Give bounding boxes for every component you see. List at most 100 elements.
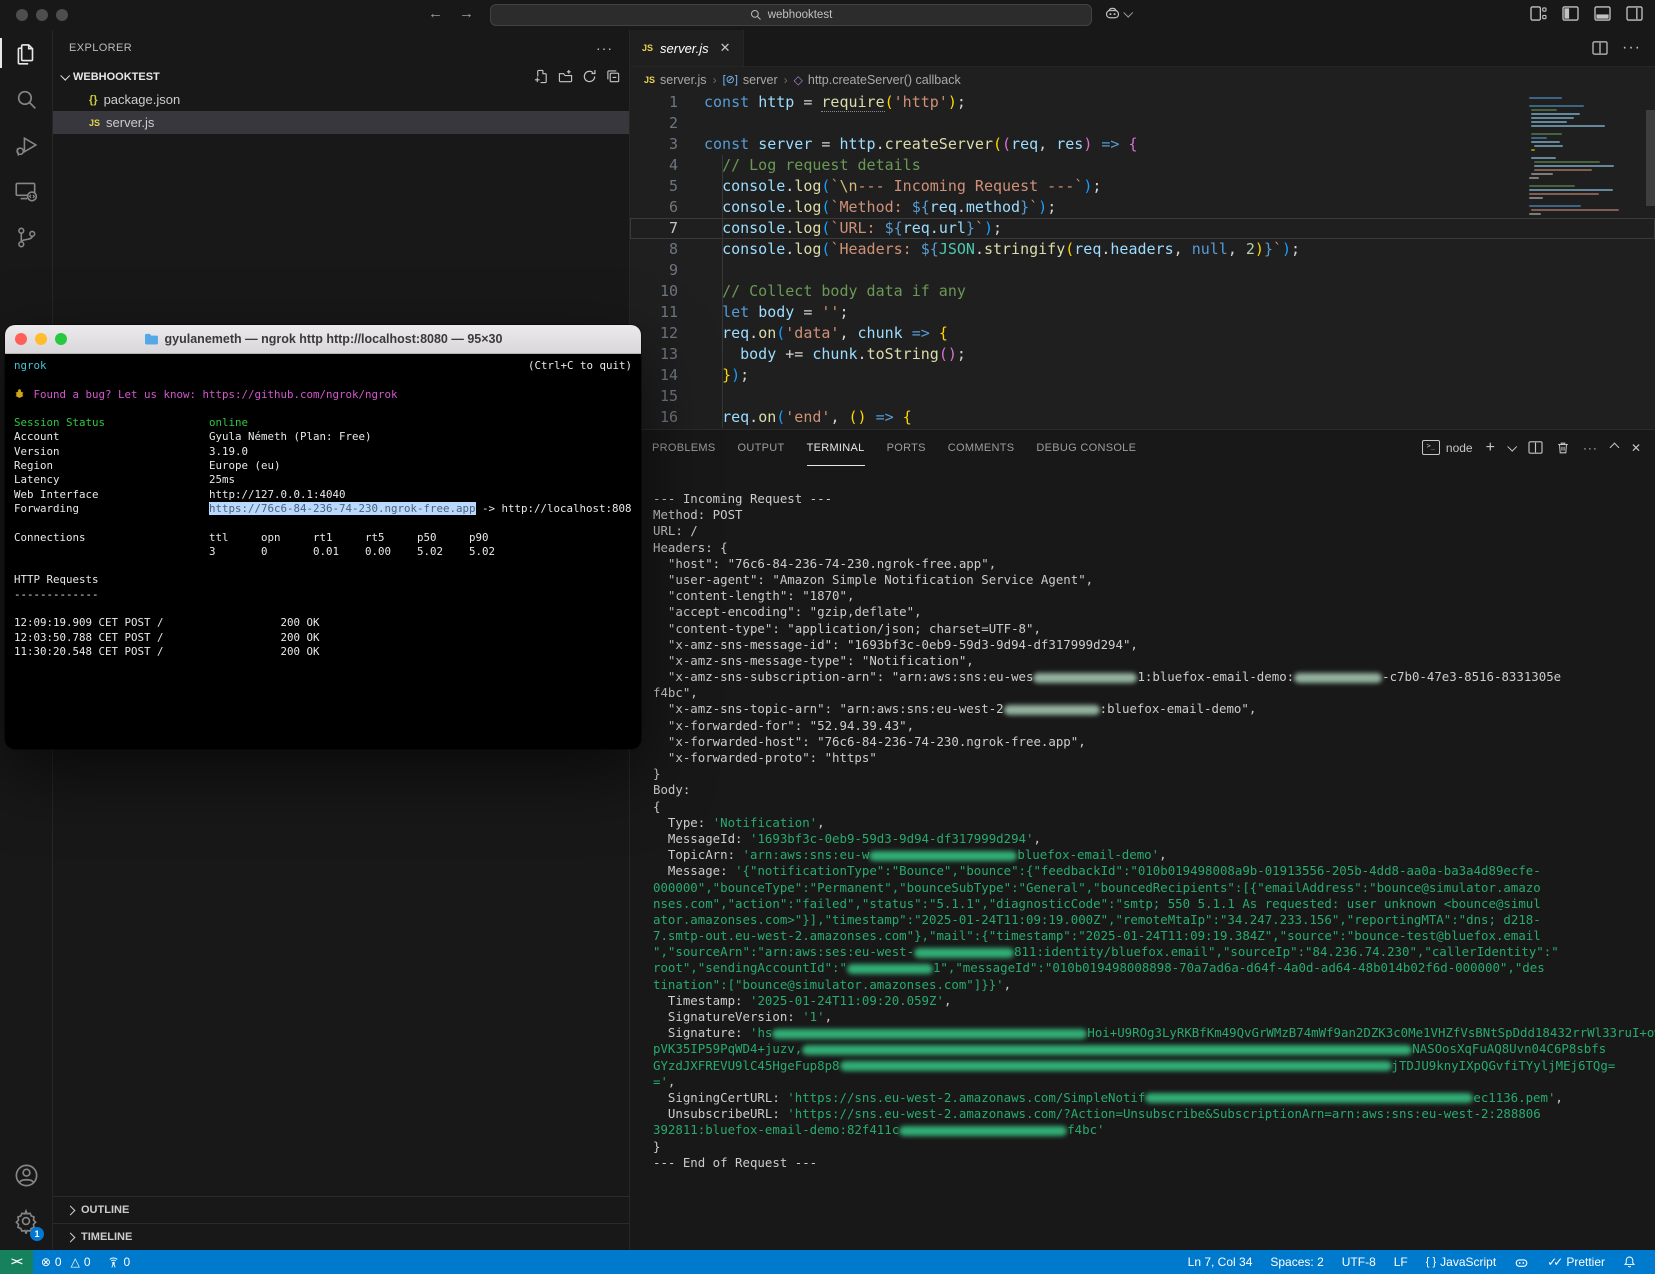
- tab-server-js[interactable]: JS server.js ✕: [630, 30, 744, 66]
- new-terminal-button[interactable]: +: [1486, 439, 1495, 457]
- panel-more-actions[interactable]: ···: [1583, 441, 1598, 455]
- maximize-window-button[interactable]: [56, 9, 68, 21]
- customize-layout-icon[interactable]: [1530, 6, 1547, 21]
- split-editor-icon[interactable]: [1592, 41, 1608, 55]
- new-file-icon[interactable]: [534, 69, 549, 84]
- new-folder-icon[interactable]: [558, 69, 573, 84]
- minimize-window-button[interactable]: [36, 9, 48, 21]
- command-center-search[interactable]: webhooktest: [490, 4, 1092, 26]
- code-line[interactable]: 9: [630, 260, 1655, 281]
- sidebar-section-timeline[interactable]: TIMELINE: [53, 1223, 629, 1250]
- breadcrumb[interactable]: JSserver.js›[⊘]server›◇http.createServer…: [630, 67, 1655, 92]
- split-terminal-icon[interactable]: [1528, 441, 1543, 454]
- chevron-down-icon[interactable]: [1507, 442, 1517, 452]
- breadcrumb-item[interactable]: ◇http.createServer() callback: [794, 73, 961, 87]
- back-arrow-icon[interactable]: ←: [428, 5, 443, 22]
- code-line[interactable]: 13 body += chunk.toString();: [630, 344, 1655, 365]
- editor-more-actions[interactable]: ···: [1622, 39, 1641, 57]
- file-item-server-js[interactable]: JSserver.js: [53, 111, 629, 134]
- radio-tower-icon: [107, 1256, 120, 1269]
- workspace-section-header[interactable]: WEBHOOKTEST: [53, 65, 629, 88]
- activity-source-control[interactable]: [0, 214, 52, 260]
- code-line[interactable]: 6 console.log(`Method: ${req.method}`);: [630, 197, 1655, 218]
- code-line[interactable]: 15: [630, 386, 1655, 407]
- code-line[interactable]: 1const http = require('http');: [630, 92, 1655, 113]
- activity-run-debug[interactable]: [0, 122, 52, 168]
- minimap-line: [1531, 149, 1534, 151]
- ports-indicator[interactable]: 0: [99, 1255, 139, 1269]
- code-line[interactable]: 3const server = http.createServer((req, …: [630, 134, 1655, 155]
- status-ln-7-col-34[interactable]: Ln 7, Col 34: [1179, 1255, 1262, 1269]
- code-line[interactable]: 2: [630, 113, 1655, 134]
- close-window-button[interactable]: [16, 9, 28, 21]
- code-line[interactable]: 12 req.on('data', chunk => {: [630, 323, 1655, 344]
- file-item-package-json[interactable]: {}package.json: [53, 88, 629, 111]
- minimap[interactable]: [1529, 97, 1641, 217]
- panel-tab-comments[interactable]: COMMENTS: [948, 430, 1015, 466]
- problems-indicator[interactable]: ⊗ 0 △ 0: [33, 1255, 99, 1269]
- toggle-panel-icon[interactable]: [1594, 6, 1611, 21]
- titlebar: ← → webhooktest: [0, 0, 1655, 31]
- kill-terminal-trash-icon[interactable]: [1556, 441, 1570, 455]
- terminal-line: Type: 'Notification',: [653, 815, 1649, 831]
- status-spaces-2[interactable]: Spaces: 2: [1261, 1255, 1332, 1269]
- panel-tab-problems[interactable]: PROBLEMS: [652, 430, 716, 466]
- code-line[interactable]: 14 });: [630, 365, 1655, 386]
- window-controls[interactable]: [16, 9, 68, 21]
- code-line[interactable]: 5 console.log(`\n--- Incoming Request --…: [630, 176, 1655, 197]
- copilot-menu[interactable]: [1104, 5, 1131, 22]
- panel-tab-output[interactable]: OUTPUT: [738, 430, 785, 466]
- activity-remote-explorer[interactable]: [0, 168, 52, 214]
- minimize-window-button[interactable]: [35, 333, 47, 345]
- terminal-line: GYzdJXFREVU9lC45HgeFup8p8jTDJU9knyIXpQGv…: [653, 1058, 1649, 1074]
- editor-scrollbar[interactable]: [1646, 110, 1655, 206]
- ngrok-terminal-window[interactable]: gyulanemeth — ngrok http http://localhos…: [5, 325, 641, 749]
- maximize-window-button[interactable]: [55, 333, 67, 345]
- ngrok-titlebar[interactable]: gyulanemeth — ngrok http http://localhos…: [5, 325, 641, 354]
- terminal-line: "x-forwarded-proto": "https": [653, 750, 1649, 766]
- settings-button[interactable]: 1: [0, 1198, 52, 1244]
- code-editor[interactable]: 1const http = require('http');23const se…: [630, 92, 1655, 429]
- code-line[interactable]: 10 // Collect body data if any: [630, 281, 1655, 302]
- close-panel-icon[interactable]: ✕: [1631, 441, 1641, 455]
- refresh-icon[interactable]: [582, 69, 597, 84]
- status-bell[interactable]: [1614, 1255, 1645, 1269]
- activity-explorer[interactable]: [0, 30, 52, 76]
- status-javascript[interactable]: { }JavaScript: [1417, 1255, 1505, 1269]
- status-utf-8[interactable]: UTF-8: [1333, 1255, 1385, 1269]
- code-line[interactable]: 4 // Log request details: [630, 155, 1655, 176]
- sidebar-section-outline[interactable]: OUTLINE: [53, 1196, 629, 1223]
- code-line[interactable]: 16 req.on('end', () => {: [630, 407, 1655, 428]
- minimap-line: [1534, 165, 1614, 167]
- panel-tab-ports[interactable]: PORTS: [887, 430, 926, 466]
- maximize-panel-icon[interactable]: [1609, 443, 1619, 453]
- status-copilot[interactable]: [1505, 1255, 1538, 1270]
- panel-tab-terminal[interactable]: TERMINAL: [807, 430, 865, 466]
- close-tab-icon[interactable]: ✕: [720, 40, 731, 56]
- breadcrumb-item[interactable]: JSserver.js: [644, 73, 707, 87]
- terminal-line: "x-amz-sns-subscription-arn": "arn:aws:s…: [653, 669, 1649, 685]
- terminal-output[interactable]: --- Incoming Request ---Method: POSTURL:…: [630, 465, 1655, 1250]
- code-line[interactable]: 8 console.log(`Headers: ${JSON.stringify…: [630, 239, 1655, 260]
- toggle-secondary-sidebar-icon[interactable]: [1626, 6, 1643, 21]
- activity-search[interactable]: [0, 76, 52, 122]
- code-line[interactable]: 11 let body = '';: [630, 302, 1655, 323]
- panel-tab-debug-console[interactable]: DEBUG CONSOLE: [1036, 430, 1136, 466]
- remote-indicator[interactable]: ><: [0, 1250, 33, 1274]
- terminal-shell-selector[interactable]: >_ node: [1422, 440, 1473, 455]
- ngrok-terminal-output[interactable]: ngrok(Ctrl+C to quit) Found a bug? Let u…: [5, 354, 641, 749]
- explorer-more-actions[interactable]: ···: [596, 40, 613, 56]
- terminal-line: "content-length": "1870",: [653, 588, 1649, 604]
- status-lf[interactable]: LF: [1385, 1255, 1417, 1269]
- close-window-button[interactable]: [15, 333, 27, 345]
- status-prettier[interactable]: ✓✓Prettier: [1538, 1255, 1614, 1269]
- ngrok-line: Forwarding https://76c6-84-236-74-230.ng…: [14, 502, 632, 516]
- code-line[interactable]: 7 console.log(`URL: ${req.url}`);: [630, 218, 1655, 239]
- toggle-primary-sidebar-icon[interactable]: [1562, 6, 1579, 21]
- forward-arrow-icon[interactable]: →: [459, 5, 474, 22]
- redacted-blur: [1145, 1093, 1473, 1103]
- collapse-all-icon[interactable]: [606, 69, 621, 84]
- account-button[interactable]: [0, 1152, 52, 1198]
- breadcrumb-item[interactable]: [⊘]server: [723, 73, 778, 87]
- panel-header: PROBLEMS OUTPUT TERMINAL PORTS COMMENTS DEBUG…: [630, 430, 1655, 465]
